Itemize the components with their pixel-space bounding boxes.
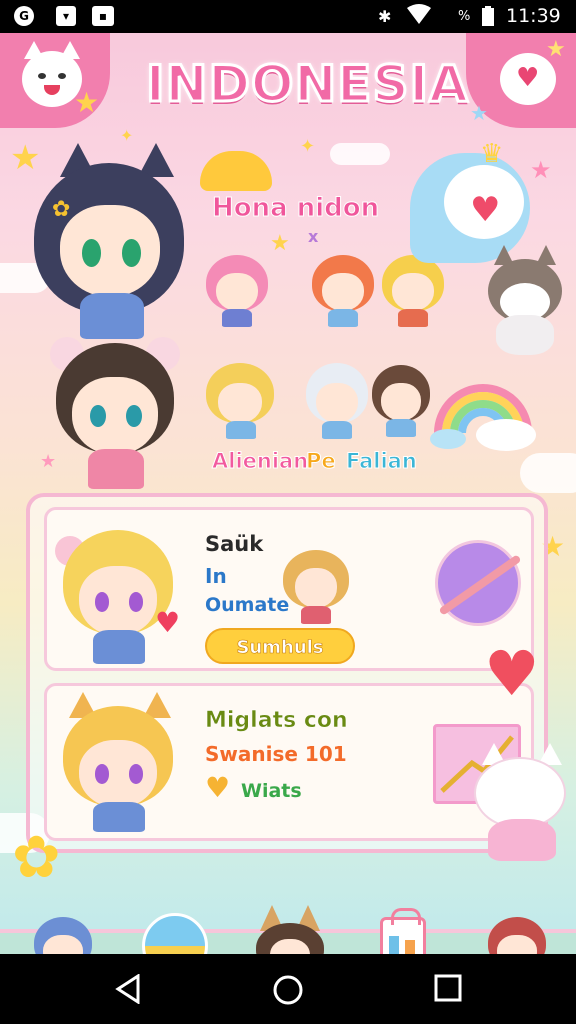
cat-badge-icon[interactable]: ★ xyxy=(0,33,110,128)
mail-icon: ▾ xyxy=(56,6,76,26)
heart-balloon-icon: ♥ xyxy=(484,637,540,710)
subtitle-part-1: Alienian xyxy=(211,449,309,474)
pink-hair-character[interactable] xyxy=(206,255,268,327)
battery-percent: % xyxy=(458,9,471,24)
card2-line3: Wiats xyxy=(241,780,302,802)
card1-line2: In xyxy=(205,564,227,588)
fox-character-icon[interactable] xyxy=(256,905,324,954)
cat-character[interactable] xyxy=(488,245,562,355)
subtitle-part-2: Pe xyxy=(306,449,337,474)
boy-character[interactable] xyxy=(50,333,180,493)
star-icon: ★ xyxy=(270,231,290,256)
white-hair-character[interactable] xyxy=(306,363,368,439)
white-cat-character[interactable] xyxy=(474,743,572,863)
bottom-nav xyxy=(0,905,576,954)
rainbow-icon xyxy=(428,363,538,453)
bluetooth-icon: ✱ xyxy=(378,7,392,26)
crown-icon xyxy=(200,151,272,191)
blonde-character[interactable] xyxy=(382,255,444,327)
star-icon: ★ xyxy=(470,101,488,125)
image-icon: ▪ xyxy=(92,6,114,26)
star-icon: ✦ xyxy=(120,126,134,145)
card2-line1: Miglats con xyxy=(205,708,348,734)
back-icon[interactable] xyxy=(114,973,142,1008)
clock: 11:39 xyxy=(506,5,561,27)
brown-hair-character[interactable] xyxy=(372,365,430,437)
banner-sub: x xyxy=(308,227,319,246)
banner-name: Hona nidon xyxy=(211,193,380,224)
card1-line3: Oumate xyxy=(205,594,290,616)
star-icon: ★ xyxy=(530,156,552,184)
cat-ear-boy-character xyxy=(283,550,349,624)
blue-cat-character-icon[interactable] xyxy=(34,913,92,954)
shop-bag-icon[interactable] xyxy=(380,908,426,954)
blonde-girl-character[interactable] xyxy=(206,363,274,439)
girl-character[interactable]: ✿ xyxy=(30,143,190,343)
system-nav-bar xyxy=(0,954,576,1024)
orange-hair-character[interactable] xyxy=(312,255,374,327)
flower-icon: ✿ xyxy=(12,823,61,891)
character-card-2[interactable]: Miglats con Swanise 101 ♥ Wiats xyxy=(44,683,534,841)
heart-icon: ♥ xyxy=(205,771,231,804)
game-screen[interactable]: ★ ♥ ★ INDONESIA ★ ✦ ✦ ★ ★ ★ ★ ★ ★ ✿ Hon xyxy=(0,33,576,954)
star-icon: ✦ xyxy=(300,136,316,157)
blonde-cat-girl-character xyxy=(59,692,179,832)
home-icon[interactable] xyxy=(272,974,304,1010)
card1-line1: Saük xyxy=(205,532,264,556)
card1-action-button[interactable]: Sumhuls xyxy=(205,628,355,664)
recents-icon[interactable] xyxy=(434,974,462,1006)
subtitle-part-3: Falian xyxy=(346,449,418,474)
card2-line2: Swanise 101 xyxy=(205,742,347,766)
wifi-icon xyxy=(406,4,432,30)
status-bar: G ▾ ▪ ✱ % 11:39 xyxy=(0,0,576,33)
bird-ball-icon[interactable] xyxy=(142,913,208,954)
red-hair-character-icon[interactable] xyxy=(488,913,546,954)
game-title: INDONESIA xyxy=(145,54,470,115)
planet-item-icon[interactable] xyxy=(435,540,522,626)
battery-icon xyxy=(482,6,494,30)
cloud-icon xyxy=(520,453,576,493)
cloud-icon xyxy=(330,143,390,165)
blonde-hero-character: ♥ xyxy=(55,526,180,666)
g-logo-icon: G xyxy=(14,6,34,26)
character-panel: ♥ Saük In Oumate Sumhuls Miglats con Swa… xyxy=(26,493,548,853)
character-card-1[interactable]: ♥ Saük In Oumate Sumhuls xyxy=(44,507,534,671)
